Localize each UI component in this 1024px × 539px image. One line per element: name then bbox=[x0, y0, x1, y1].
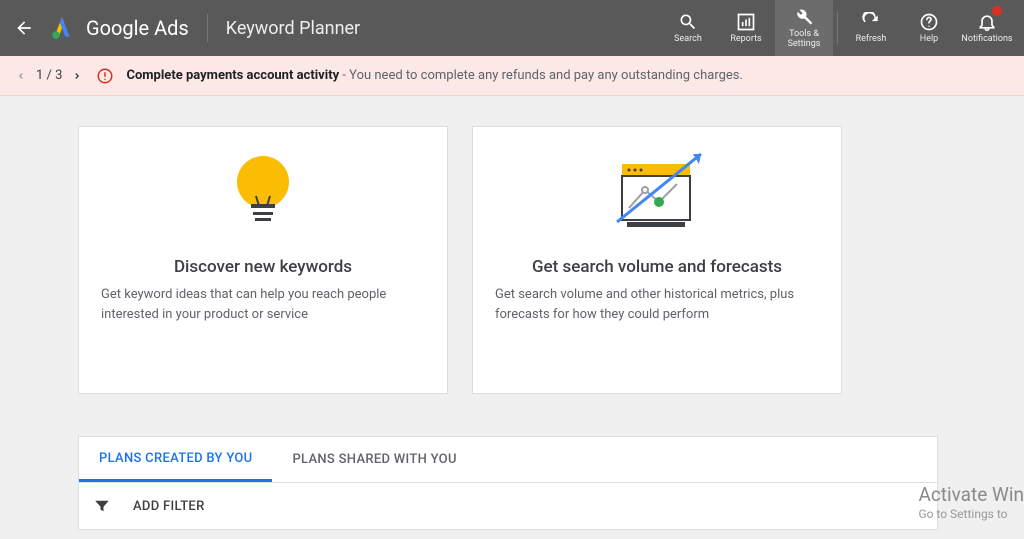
alert-position: 1 / 3 bbox=[36, 68, 62, 83]
wrench-icon bbox=[794, 7, 814, 27]
nav-search-label: Search bbox=[674, 34, 702, 44]
help-icon bbox=[919, 12, 939, 32]
alert-error-icon bbox=[96, 67, 114, 85]
plans-tabs: PLANS CREATED BY YOU PLANS SHARED WITH Y… bbox=[79, 437, 937, 483]
card-desc: Get search volume and other historical m… bbox=[495, 285, 819, 324]
app-header: Google Ads Keyword Planner Search Report… bbox=[0, 0, 1024, 56]
reports-icon bbox=[736, 12, 756, 32]
google-ads-logo-icon bbox=[48, 14, 76, 42]
nav-notifications[interactable]: Notifications bbox=[958, 0, 1016, 56]
header-separator bbox=[837, 12, 838, 44]
tab-plans-shared[interactable]: PLANS SHARED WITH YOU bbox=[272, 437, 476, 482]
card-title: Discover new keywords bbox=[101, 257, 425, 277]
discover-keywords-card[interactable]: Discover new keywords Get keyword ideas … bbox=[78, 126, 448, 394]
card-desc: Get keyword ideas that can help you reac… bbox=[101, 285, 425, 324]
header-divider bbox=[207, 14, 208, 42]
nav-tools-label: Tools & Settings bbox=[775, 29, 833, 49]
alert-next[interactable] bbox=[72, 71, 82, 81]
nav-tools-settings[interactable]: Tools & Settings bbox=[775, 0, 833, 56]
nav-notifications-label: Notifications bbox=[961, 34, 1012, 44]
add-filter-button[interactable]: ADD FILTER bbox=[133, 499, 205, 514]
alert-bar: 1 / 3 Complete payments account activity… bbox=[0, 56, 1024, 96]
search-volume-card[interactable]: Get search volume and forecasts Get sear… bbox=[472, 126, 842, 394]
plans-panel: PLANS CREATED BY YOU PLANS SHARED WITH Y… bbox=[78, 436, 938, 530]
alert-tail: - You need to complete any refunds and p… bbox=[339, 68, 743, 83]
alert-pager: 1 / 3 bbox=[16, 68, 82, 83]
card-body: Discover new keywords Get keyword ideas … bbox=[79, 257, 447, 324]
nav-reports[interactable]: Reports bbox=[717, 0, 775, 56]
filter-icon bbox=[93, 497, 111, 515]
nav-reports-label: Reports bbox=[730, 34, 761, 44]
alert-text: Complete payments account activity - You… bbox=[126, 68, 743, 83]
brand-name: Google Ads bbox=[86, 16, 189, 40]
card-title: Get search volume and forecasts bbox=[495, 257, 819, 277]
card-body: Get search volume and forecasts Get sear… bbox=[473, 257, 841, 324]
card-row: Discover new keywords Get keyword ideas … bbox=[0, 126, 1024, 394]
filter-row: ADD FILTER bbox=[79, 483, 937, 529]
nav-refresh[interactable]: Refresh bbox=[842, 0, 900, 56]
chart-illustration bbox=[597, 127, 717, 257]
back-button[interactable] bbox=[8, 12, 40, 44]
page-title: Keyword Planner bbox=[226, 18, 360, 39]
chevron-right-icon bbox=[72, 71, 82, 81]
alert-prev[interactable] bbox=[16, 71, 26, 81]
search-icon bbox=[678, 12, 698, 32]
alert-title: Complete payments account activity bbox=[126, 68, 339, 83]
arrow-left-icon bbox=[14, 18, 34, 38]
lightbulb-illustration bbox=[223, 127, 303, 257]
nav-search[interactable]: Search bbox=[659, 0, 717, 56]
nav-refresh-label: Refresh bbox=[856, 34, 887, 44]
nav-help-label: Help bbox=[920, 34, 938, 44]
refresh-icon bbox=[861, 12, 881, 32]
header-left: Google Ads Keyword Planner bbox=[8, 12, 659, 44]
main-content: Discover new keywords Get keyword ideas … bbox=[0, 96, 1024, 530]
tab-plans-created[interactable]: PLANS CREATED BY YOU bbox=[79, 437, 272, 482]
header-right: Search Reports Tools & Settings Refresh … bbox=[659, 0, 1016, 56]
nav-help[interactable]: Help bbox=[900, 0, 958, 56]
chevron-left-icon bbox=[16, 71, 26, 81]
notification-badge bbox=[992, 6, 1002, 16]
